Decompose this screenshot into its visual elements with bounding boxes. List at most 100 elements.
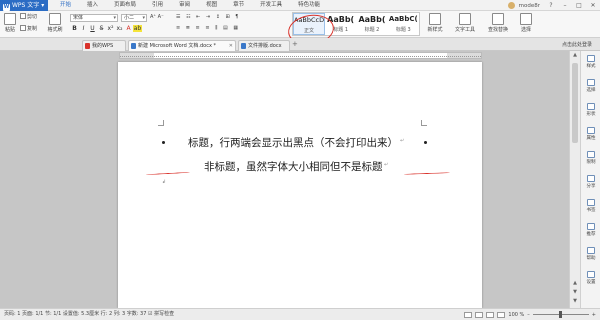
superscript-icon[interactable]: x²	[106, 25, 115, 32]
user-name[interactable]: mode8r	[519, 3, 540, 9]
app-menu-button[interactable]: W WPS 文字 ▾	[0, 0, 48, 11]
subscript-icon[interactable]: x₂	[115, 25, 124, 32]
align-buttons[interactable]: ≡ ≣ ≡ ≡ ⫼ ▤ ▦	[176, 25, 240, 31]
vertical-scrollbar[interactable]: ▲ ▲ ▼ ▼	[569, 51, 580, 308]
panel-help[interactable]: 帮助	[581, 247, 600, 261]
zoom-out-icon[interactable]: –	[527, 312, 530, 318]
lock-icon	[587, 151, 595, 158]
menu-features[interactable]: 特色功能	[290, 0, 328, 11]
status-info: 页码: 1 页面: 1/1 节: 1/1 设置值: 5.3厘米 行: 2 列: …	[4, 311, 175, 317]
font-name-select[interactable]: 宋体	[70, 14, 118, 22]
menu-insert[interactable]: 插入	[79, 0, 106, 11]
prev-page-icon[interactable]: ▲	[570, 279, 580, 288]
help-icon[interactable]: ?	[544, 0, 558, 11]
panel-styles[interactable]: 样式	[581, 55, 600, 69]
font-grow-icon[interactable]: A⁺ A⁻	[150, 14, 164, 20]
panel-recommend[interactable]: 推荐	[581, 223, 600, 237]
zoom-slider[interactable]	[532, 311, 589, 318]
scroll-up-icon[interactable]: ▲	[570, 51, 580, 60]
main-menu: 开始 插入 页面布局 引用 审阅 视图 章节 开发工具 特色功能	[52, 0, 328, 11]
heading-line[interactable]: 标题，行两端会显示出黑点（不会打印出来）	[188, 135, 398, 150]
menu-section[interactable]: 章节	[225, 0, 252, 11]
view-outline-icon[interactable]	[475, 311, 484, 318]
highlight-icon[interactable]: ab	[133, 25, 142, 32]
body-line[interactable]: 非标题，虽然字体大小相同但不是标题	[204, 159, 383, 174]
panel-share[interactable]: 分享	[581, 175, 600, 189]
document-page[interactable]: 标题，行两端会显示出黑点（不会打印出来） ↵ 非标题，虽然字体大小相同但不是标题…	[118, 62, 482, 308]
horizontal-ruler[interactable]	[119, 52, 482, 59]
binoculars-icon	[492, 13, 504, 25]
format-painter-label: 格式刷	[47, 27, 63, 33]
tab-my-wps[interactable]: 我的WPS	[82, 40, 126, 51]
text-tools-button[interactable]: 文字工具	[452, 13, 478, 33]
wps-tab-icon	[85, 43, 90, 49]
paste-icon	[4, 13, 16, 25]
view-read-icon[interactable]	[497, 311, 506, 318]
cut-label: 剪切	[27, 14, 38, 20]
login-link[interactable]: 点击此处登录	[562, 40, 592, 50]
zoom-slider-thumb[interactable]	[558, 311, 562, 318]
menu-review[interactable]: 审阅	[171, 0, 198, 11]
panel-label: 属性	[586, 136, 596, 141]
new-style-button[interactable]: 新样式	[424, 13, 446, 33]
style-heading3[interactable]: AaBbC( 标题 3	[388, 13, 419, 35]
panel-settings[interactable]: 设置	[581, 271, 600, 285]
text-tools-label: 文字工具	[454, 27, 475, 33]
zoom-in-icon[interactable]: +	[592, 312, 596, 318]
select-icon	[587, 79, 595, 86]
heading-marker-right	[424, 141, 427, 144]
properties-icon	[587, 127, 595, 134]
copy-button[interactable]: 复制	[20, 25, 37, 32]
tab-new-doc[interactable]: 新建 Microsoft Word 文档.docx * ✕	[128, 40, 236, 51]
menu-home[interactable]: 开始	[52, 0, 79, 11]
scroll-thumb[interactable]	[572, 63, 578, 143]
view-web-icon[interactable]	[486, 311, 495, 318]
underline-button[interactable]: U	[88, 25, 97, 32]
copy-label: 复制	[27, 26, 38, 32]
menu-references[interactable]: 引用	[144, 0, 171, 11]
paste-button[interactable]: 粘贴	[3, 13, 17, 33]
style-heading3-preview: AaBbC(	[388, 15, 418, 23]
tab-file-layout[interactable]: 文件排版.docx	[238, 40, 290, 51]
scissors-icon	[20, 13, 26, 19]
cut-button[interactable]: 剪切	[20, 13, 37, 20]
scroll-down-icon[interactable]: ▼	[570, 297, 580, 306]
panel-properties[interactable]: 属性	[581, 127, 600, 141]
zoom-value[interactable]: 100 %	[508, 312, 524, 318]
panel-bookmark[interactable]: 书签	[581, 199, 600, 213]
avatar[interactable]	[507, 2, 515, 9]
document-tab-bar: 我的WPS 新建 Microsoft Word 文档.docx * ✕ 文件排版…	[0, 38, 600, 51]
font-color-icon[interactable]: A	[124, 25, 133, 32]
italic-button[interactable]: I	[79, 25, 88, 32]
menu-developer[interactable]: 开发工具	[252, 0, 290, 11]
paragraph-mark: ↵	[400, 138, 405, 144]
select-button[interactable]: 选择	[518, 13, 534, 33]
strikethrough-icon[interactable]: S̶	[97, 25, 106, 32]
bookmark-icon	[587, 199, 595, 206]
heading-marker-left	[162, 141, 165, 144]
panel-shapes[interactable]: 形状	[581, 103, 600, 117]
minimize-icon[interactable]: –	[558, 0, 572, 11]
new-tab-icon[interactable]: +	[292, 40, 298, 48]
new-style-label: 新样式	[427, 27, 443, 33]
menu-page-layout[interactable]: 页面布局	[106, 0, 144, 11]
style-heading2[interactable]: AaBb( 标题 2	[356, 13, 387, 35]
panel-select[interactable]: 选择	[581, 79, 600, 93]
maximize-icon[interactable]: □	[572, 0, 586, 11]
find-replace-button[interactable]: 查找替换	[484, 13, 512, 33]
tab-close-icon[interactable]: ✕	[229, 41, 233, 51]
list-buttons[interactable]: ☰ ☷ ⇤ ⇥ ↕ ⊞ ¶	[176, 14, 240, 20]
style-heading2-preview: AaBb(	[358, 15, 386, 24]
view-page-icon[interactable]	[464, 311, 473, 318]
panel-label: 推荐	[586, 232, 596, 237]
next-page-icon[interactable]: ▼	[570, 288, 580, 297]
font-size-select[interactable]: 小二	[121, 14, 147, 22]
format-painter-button[interactable]: 格式刷	[45, 13, 65, 33]
menu-view[interactable]: 视图	[198, 0, 225, 11]
share-icon	[587, 175, 595, 182]
bold-button[interactable]: B	[70, 25, 79, 32]
paragraph-mark: ↵	[384, 162, 389, 168]
close-icon[interactable]: ✕	[586, 0, 600, 11]
panel-restrict[interactable]: 限制	[581, 151, 600, 165]
shapes-icon	[587, 103, 595, 110]
